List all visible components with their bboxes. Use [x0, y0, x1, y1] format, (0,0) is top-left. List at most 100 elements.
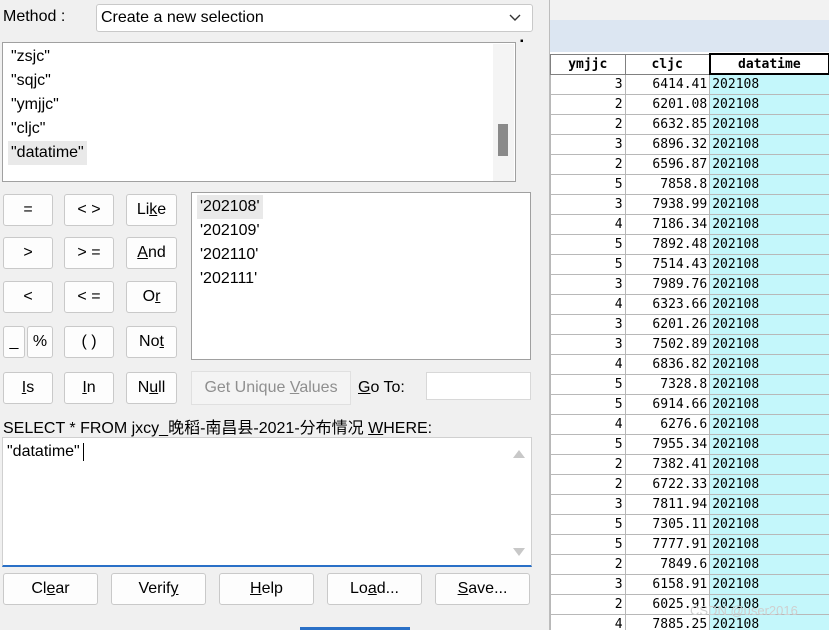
- cell-datatime[interactable]: 202108: [709, 253, 829, 275]
- cell-cljc[interactable]: 7502.89: [624, 333, 711, 355]
- cell-ymjjc[interactable]: 5: [550, 433, 626, 455]
- cell-cljc[interactable]: 7938.99: [624, 193, 711, 215]
- table-row[interactable]: 5 7305.11 202108: [550, 513, 829, 535]
- cell-ymjjc[interactable]: 5: [550, 373, 626, 395]
- field-item[interactable]: "sqjc": [8, 69, 54, 93]
- cell-ymjjc[interactable]: 4: [550, 293, 626, 315]
- cell-datatime[interactable]: 202108: [709, 273, 829, 295]
- cell-ymjjc[interactable]: 5: [550, 533, 626, 555]
- cell-ymjjc[interactable]: 5: [550, 393, 626, 415]
- cell-ymjjc[interactable]: 3: [550, 73, 626, 95]
- scroll-down-icon[interactable]: [513, 548, 525, 556]
- cell-cljc[interactable]: 7858.8: [624, 173, 711, 195]
- table-row[interactable]: 5 7955.34 202108: [550, 433, 829, 455]
- cell-datatime[interactable]: 202108: [709, 93, 829, 115]
- unique-values-list[interactable]: '202108' '202109' '202110' '202111': [191, 192, 531, 360]
- cell-ymjjc[interactable]: 5: [550, 233, 626, 255]
- cell-cljc[interactable]: 6276.6: [624, 413, 711, 435]
- cell-ymjjc[interactable]: 3: [550, 273, 626, 295]
- parentheses-button[interactable]: ( ): [64, 326, 114, 358]
- cell-datatime[interactable]: 202108: [709, 73, 829, 95]
- fields-list[interactable]: "zsjc" "sqjc" "ymjjc" "cljc" "datatime": [2, 42, 516, 182]
- column-header-datatime[interactable]: datatime: [708, 53, 829, 75]
- table-row[interactable]: 4 7186.34 202108: [550, 213, 829, 235]
- expression-textarea[interactable]: "datatime": [2, 437, 532, 567]
- cell-cljc[interactable]: 7777.91: [624, 533, 711, 555]
- table-row[interactable]: 2 6596.87 202108: [550, 153, 829, 175]
- cell-ymjjc[interactable]: 3: [550, 313, 626, 335]
- cell-cljc[interactable]: 6201.08: [624, 93, 711, 115]
- value-item[interactable]: '202111': [197, 267, 260, 291]
- cell-ymjjc[interactable]: 3: [550, 193, 626, 215]
- cell-ymjjc[interactable]: 5: [550, 253, 626, 275]
- field-item[interactable]: "zsjc": [8, 45, 53, 69]
- table-row[interactable]: 3 7502.89 202108: [550, 333, 829, 355]
- cell-datatime[interactable]: 202108: [709, 113, 829, 135]
- table-row[interactable]: 5 7514.43 202108: [550, 253, 829, 275]
- cell-ymjjc[interactable]: 2: [550, 113, 626, 135]
- table-row[interactable]: 5 7892.48 202108: [550, 233, 829, 255]
- cell-datatime[interactable]: 202108: [709, 513, 829, 535]
- value-item-selected[interactable]: '202108': [197, 195, 263, 219]
- goto-input[interactable]: [426, 372, 531, 400]
- table-row[interactable]: 3 6201.26 202108: [550, 313, 829, 335]
- cell-ymjjc[interactable]: 2: [550, 553, 626, 575]
- cell-cljc[interactable]: 6722.33: [624, 473, 711, 495]
- cell-datatime[interactable]: 202108: [709, 233, 829, 255]
- and-button[interactable]: And: [126, 237, 177, 269]
- cell-datatime[interactable]: 202108: [709, 293, 829, 315]
- cell-datatime[interactable]: 202108: [709, 373, 829, 395]
- cell-cljc[interactable]: 7382.41: [624, 453, 711, 475]
- cell-cljc[interactable]: 6896.32: [624, 133, 711, 155]
- table-row[interactable]: 3 7938.99 202108: [550, 193, 829, 215]
- greater-than-button[interactable]: >: [3, 237, 53, 269]
- cell-datatime[interactable]: 202108: [709, 473, 829, 495]
- in-button[interactable]: In: [64, 372, 114, 404]
- table-row[interactable]: 5 7858.8 202108: [550, 173, 829, 195]
- cell-datatime[interactable]: 202108: [709, 413, 829, 435]
- cell-cljc[interactable]: 6596.87: [624, 153, 711, 175]
- verify-button[interactable]: Verify: [111, 573, 206, 605]
- cell-datatime[interactable]: 202108: [709, 153, 829, 175]
- cell-ymjjc[interactable]: 3: [550, 133, 626, 155]
- table-row[interactable]: 3 7811.94 202108: [550, 493, 829, 515]
- value-item[interactable]: '202110': [197, 243, 261, 267]
- equals-button[interactable]: =: [3, 194, 53, 226]
- table-row[interactable]: 3 6414.41 202108: [550, 73, 829, 95]
- cell-cljc[interactable]: 6632.85: [624, 113, 711, 135]
- cell-datatime[interactable]: 202108: [709, 193, 829, 215]
- cell-ymjjc[interactable]: 2: [550, 93, 626, 115]
- load-button[interactable]: Load...: [327, 573, 422, 605]
- cell-cljc[interactable]: 7186.34: [624, 213, 711, 235]
- percent-button[interactable]: %: [27, 326, 53, 358]
- table-row[interactable]: 4 6323.66 202108: [550, 293, 829, 315]
- cell-cljc[interactable]: 7305.11: [624, 513, 711, 535]
- field-item[interactable]: "ymjjc": [8, 93, 62, 117]
- table-row[interactable]: 5 7777.91 202108: [550, 533, 829, 555]
- cell-datatime[interactable]: 202108: [709, 173, 829, 195]
- underscore-button[interactable]: _: [3, 326, 25, 358]
- cell-datatime[interactable]: 202108: [709, 393, 829, 415]
- cell-ymjjc[interactable]: 5: [550, 513, 626, 535]
- cell-ymjjc[interactable]: 2: [550, 593, 626, 615]
- cell-ymjjc[interactable]: 4: [550, 213, 626, 235]
- table-row[interactable]: 3 7989.76 202108: [550, 273, 829, 295]
- cell-cljc[interactable]: 6414.41: [624, 73, 711, 95]
- cell-cljc[interactable]: 6158.91: [624, 573, 711, 595]
- table-row[interactable]: 3 6896.32 202108: [550, 133, 829, 155]
- save-button[interactable]: Save...: [435, 573, 530, 605]
- cell-cljc[interactable]: 7811.94: [624, 493, 711, 515]
- cell-datatime[interactable]: 202108: [709, 133, 829, 155]
- method-dropdown[interactable]: Create a new selection: [96, 4, 533, 32]
- cell-cljc[interactable]: 7328.8: [624, 373, 711, 395]
- cell-cljc[interactable]: 6836.82: [624, 353, 711, 375]
- not-equal-button[interactable]: < >: [64, 194, 114, 226]
- table-row[interactable]: 5 6914.66 202108: [550, 393, 829, 415]
- cell-cljc[interactable]: 7514.43: [624, 253, 711, 275]
- cell-datatime[interactable]: 202108: [709, 433, 829, 455]
- cell-ymjjc[interactable]: 2: [550, 473, 626, 495]
- table-row[interactable]: 2 6632.85 202108: [550, 113, 829, 135]
- null-button[interactable]: Null: [126, 372, 177, 404]
- cell-cljc[interactable]: 6323.66: [624, 293, 711, 315]
- clear-button[interactable]: Clear: [3, 573, 98, 605]
